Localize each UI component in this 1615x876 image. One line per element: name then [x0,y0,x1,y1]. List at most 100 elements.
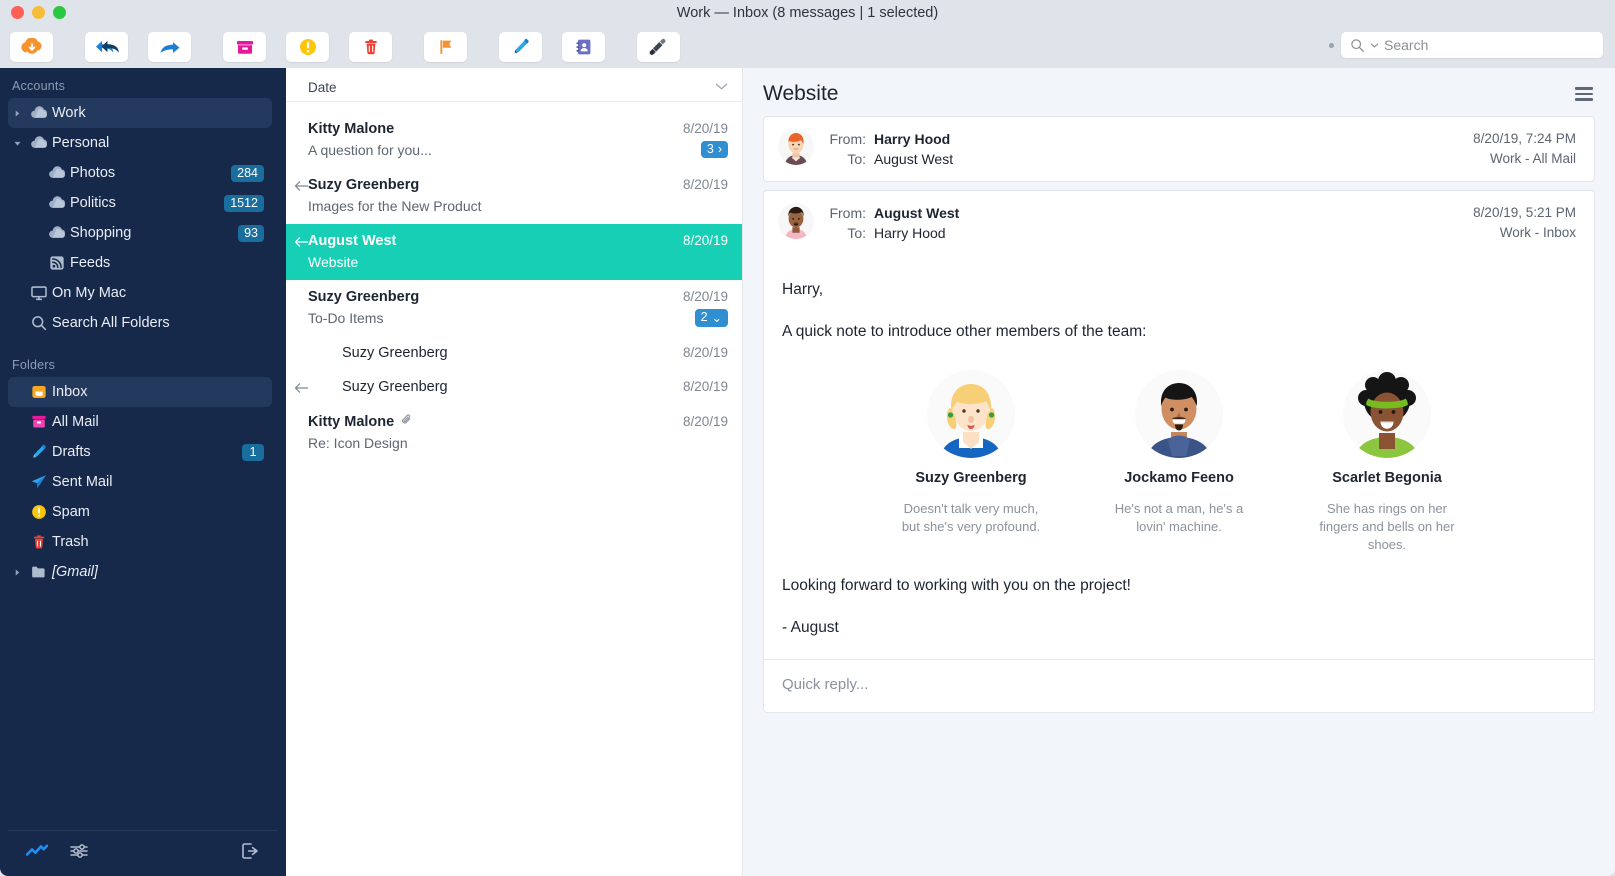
message-timestamp: 8/20/19, 5:21 PM [1473,205,1576,220]
sidebar-item-personal[interactable]: Personal [8,128,272,158]
sidebar-item-label: All Mail [52,414,99,430]
cloud-icon [44,194,70,212]
sent-paperplane-icon [26,473,52,491]
filter-sliders-icon[interactable] [68,843,90,864]
sidebar-item-all-mail[interactable]: All Mail [8,407,272,437]
forward-arrow-icon [160,42,179,53]
message-list-item[interactable]: Kitty Malone 8/20/19 Re: Icon Design [286,404,742,461]
message-subject: Website [763,82,839,105]
message-subject-preview: Website [308,253,359,270]
message-list-header[interactable]: Date [286,74,742,102]
message-header: From: Harry Hood To: August West 8/20/19… [764,117,1594,181]
message-date: 8/20/19 [682,414,728,429]
unread-count-badge: 93 [238,224,264,242]
to-value: August West [874,151,954,167]
folders-header: Folders [12,358,56,372]
sidebar-item-sent-mail[interactable]: Sent Mail [8,467,272,497]
archive-button[interactable] [223,32,266,62]
message-list-item[interactable]: August West 8/20/19 Website [286,224,742,280]
flag-button[interactable] [424,32,467,62]
sidebar-item-inbox[interactable]: Inbox [8,377,272,407]
message-list-item[interactable]: Suzy Greenberg 8/20/19 To-Do Items 2 ⌄ [286,280,742,336]
sidebar-item-work[interactable]: Work [8,98,272,128]
thread-count: 3 [706,142,714,156]
to-label: To: [847,151,866,167]
message-subject-preview: Images for the New Product [308,197,482,214]
quick-reply-field[interactable]: Quick reply... [764,659,1594,712]
sidebar-item-photos[interactable]: Photos 284 [8,158,272,188]
search-input[interactable]: Search [1341,32,1603,58]
sidebar-item-shopping[interactable]: Shopping 93 [8,218,272,248]
message-row-bottom: A question for you... 3 › [308,140,728,159]
sidebar-item-gmail[interactable]: [Gmail] [8,557,272,587]
message-list-item[interactable]: Suzy Greenberg 8/20/19 [286,336,742,370]
disclosure-triangle-right[interactable] [8,109,26,118]
thread-count-badge[interactable]: 3 › [700,141,728,158]
sidebar-item-label: Personal [52,135,110,151]
message-date: 8/20/19 [682,177,728,192]
sidebar-item-label: On My Mac [52,285,127,301]
message-date: 8/20/19 [682,121,728,136]
contacts-button[interactable] [562,32,605,62]
sidebar-scroll: Accounts Work Personal Photos 284 Politics 15… [0,68,286,830]
message-list: Date Kitty Malone 8/20/19 A question for y… [286,68,743,876]
close-window-button[interactable] [11,6,24,19]
member-desc: She has rings on her fingers and bells o… [1319,500,1455,553]
message-row-top: August West 8/20/19 [308,233,728,249]
unread-count-badge: 1512 [224,194,264,212]
sidebar-item-on-my-mac[interactable]: On My Mac [8,278,272,308]
sidebar-item-label: Trash [52,534,89,550]
message-sender: Kitty Malone [308,414,395,430]
chevron-down-icon: ⌄ [711,310,722,325]
message-date: 8/20/19 [682,289,728,304]
paintbrush-icon [649,38,666,55]
message-subject-preview: To-Do Items [308,309,384,326]
replied-arrow-icon [294,179,309,195]
cloud-icon [44,164,70,182]
sidebar-item-spam[interactable]: Spam [8,497,272,527]
sidebar-item-search-all-folders[interactable]: Search All Folders [8,308,272,338]
reply-all-button[interactable] [85,32,128,62]
sidebar-item-label: Politics [70,195,116,211]
message-row-top: Suzy Greenberg 8/20/19 [342,379,728,395]
reader-header: Website [743,68,1615,116]
hamburger-menu-icon[interactable] [1575,87,1593,101]
message-sender: Suzy Greenberg [342,345,448,361]
activity-icon[interactable] [25,844,49,863]
message-header[interactable]: From: August West To: Harry Hood 8/20/19… [764,191,1594,255]
sidebar-item-label: Work [52,105,86,121]
compose-button[interactable] [499,32,542,62]
sidebar-item-trash[interactable]: Trash [8,527,272,557]
logout-icon[interactable] [240,842,260,865]
get-mail-button[interactable] [10,32,53,62]
thread-count-badge[interactable]: 2 ⌄ [694,308,728,327]
message-mailbox: Work - Inbox [1499,225,1576,240]
message-card-collapsed[interactable]: From: Harry Hood To: August West 8/20/19… [763,116,1595,182]
sidebar-item-drafts[interactable]: Drafts 1 [8,437,272,467]
minimize-window-button[interactable] [32,6,45,19]
cleanup-button[interactable] [637,32,680,62]
trash-icon [364,39,377,55]
disclosure-triangle-down[interactable] [8,139,26,148]
search-icon [26,314,52,332]
sidebar-item-feeds[interactable]: Feeds [8,248,272,278]
exclamation-circle-icon [299,39,316,55]
delete-button[interactable] [349,32,392,62]
message-list-item[interactable]: Kitty Malone 8/20/19 A question for you...… [286,112,742,168]
sidebar-item-politics[interactable]: Politics 1512 [8,188,272,218]
chevron-down-icon[interactable] [715,82,728,94]
folder-icon [26,563,52,581]
message-body: Harry, A quick note to introduce other m… [764,255,1594,639]
junk-button[interactable] [286,32,329,62]
body-greeting: Harry, [782,281,824,298]
member-desc: He's not a man, he's a lovin' machine. [1114,500,1244,535]
message-date: 8/20/19 [682,379,728,394]
sidebar-item-label: Sent Mail [52,474,113,490]
message-list-item[interactable]: Suzy Greenberg 8/20/19 [286,370,742,404]
chevron-down-icon[interactable] [1370,41,1379,50]
disclosure-triangle-right[interactable] [8,568,26,577]
forward-button[interactable] [148,32,191,62]
message-list-item[interactable]: Suzy Greenberg 8/20/19 Images for the New … [286,168,742,224]
inbox-icon [26,383,52,401]
maximize-window-button[interactable] [53,6,66,19]
